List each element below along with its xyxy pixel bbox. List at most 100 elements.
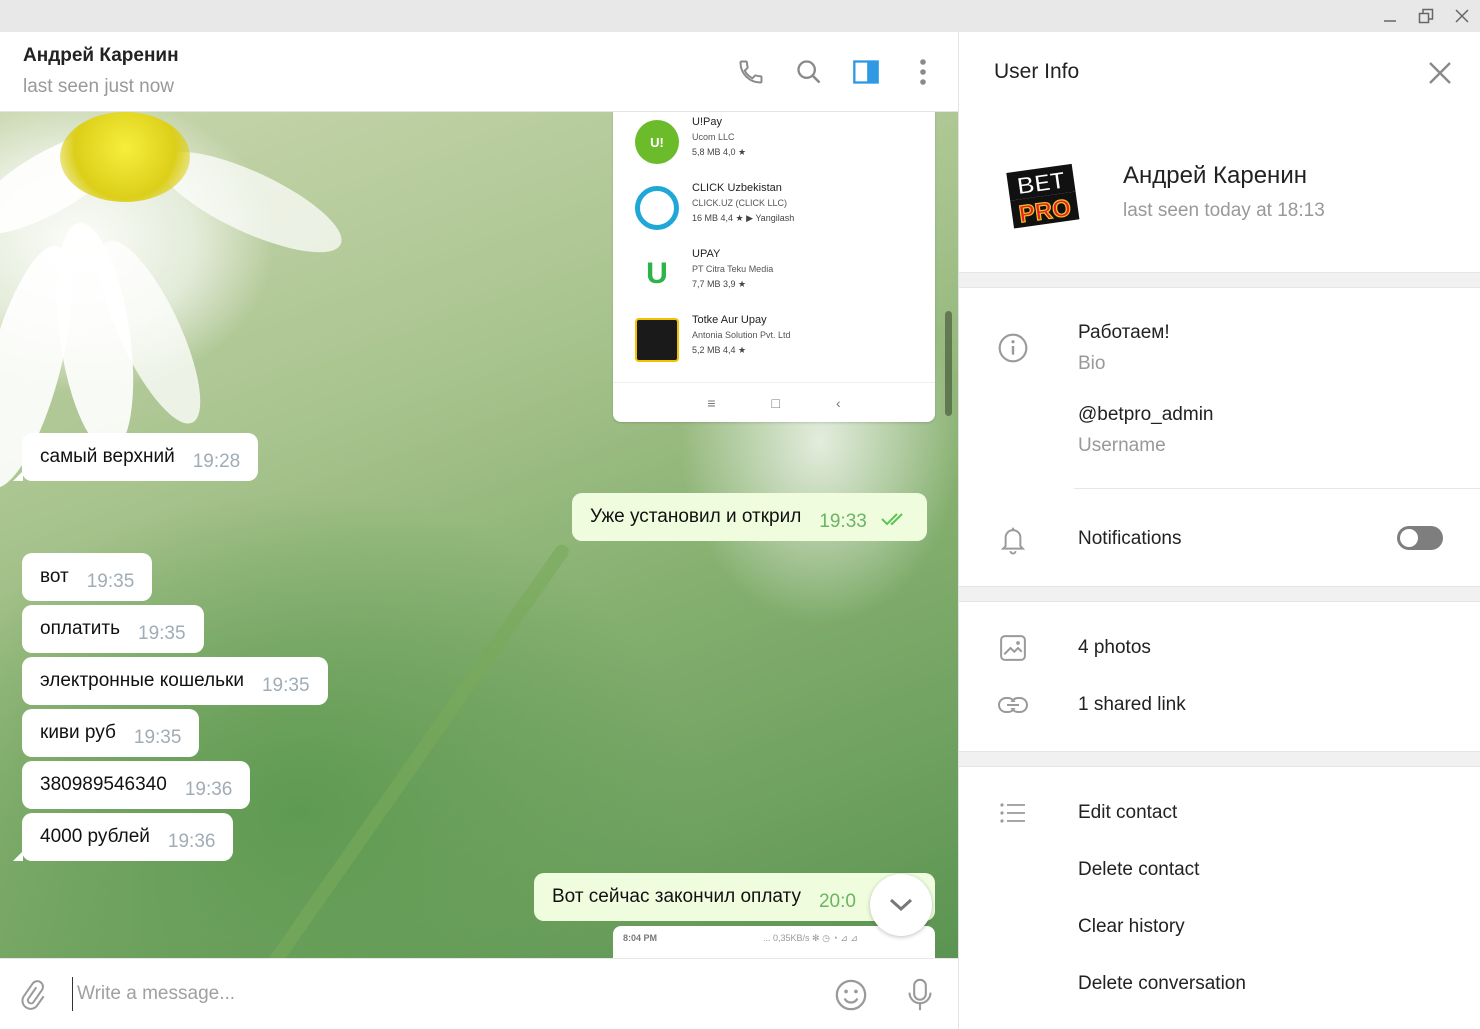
chat-title[interactable]: Андрей Каренин <box>23 45 179 67</box>
chat-area: Андрей Каренин last seen just now U! U!P… <box>0 32 958 1029</box>
bell-icon <box>995 522 1031 558</box>
attach-icon[interactable] <box>12 975 52 1015</box>
app-meta: 16 MB 4,4 ★ ▶ Yangilash <box>692 213 795 223</box>
upay-u-logo-icon: U <box>635 252 679 296</box>
upay-logo-icon: U! <box>635 120 679 164</box>
app-developer: Antonia Solution Pvt. Ltd <box>692 330 791 340</box>
image-attachment[interactable]: U! U!Pay Ucom LLC 5,8 MB 4,0 ★ CLICK Uzb… <box>613 112 935 422</box>
chat-status: last seen just now <box>23 76 175 97</box>
app-developer: CLICK.UZ (CLICK LLC) <box>692 198 788 208</box>
message-text: Вот сейчас закончил оплату <box>552 886 801 907</box>
shared-links-link[interactable]: 1 shared link <box>1078 694 1186 716</box>
message-time: 19:35 <box>261 675 310 696</box>
section-divider <box>959 751 1480 767</box>
edit-contact-button[interactable]: Edit contact <box>1078 802 1177 824</box>
svg-text:PRO: PRO <box>1017 195 1072 229</box>
message-time: 19:35 <box>86 571 135 592</box>
info-icon <box>995 330 1031 366</box>
clear-history-button[interactable]: Clear history <box>1078 916 1185 938</box>
sidebar-toggle-icon[interactable] <box>848 54 884 90</box>
delete-contact-button[interactable]: Delete contact <box>1078 859 1199 881</box>
app-row: U UPAY PT Citra Teku Media 7,7 MB 3,9 ★ <box>613 244 935 310</box>
android-nav-bar: ≡ □ ‹ <box>613 382 935 422</box>
app-meta: 5,2 MB 4,4 ★ <box>692 345 747 355</box>
wallpaper-stem <box>238 542 572 958</box>
message-incoming[interactable]: вот 19:35 <box>22 553 153 601</box>
message-composer <box>0 958 958 1029</box>
message-text: самый верхний <box>40 446 175 467</box>
bio-label: Bio <box>1078 353 1106 374</box>
message-incoming[interactable]: самый верхний 19:28 <box>22 433 259 481</box>
message-text: вот <box>40 566 69 587</box>
user-info-panel: User Info BET PRO Андрей Каренин last se… <box>958 32 1480 1029</box>
username-value[interactable]: @betpro_admin <box>1078 404 1213 426</box>
window-titlebar <box>0 0 1480 32</box>
message-input[interactable] <box>72 977 772 1011</box>
wallpaper-daisy-center <box>60 112 190 202</box>
restore-icon[interactable] <box>1408 0 1444 32</box>
phone-icon[interactable] <box>733 54 769 90</box>
microphone-icon[interactable] <box>900 975 940 1015</box>
screenshot-time: 8:04 PM <box>623 933 658 943</box>
message-list[interactable]: U! U!Pay Ucom LLC 5,8 MB 4,0 ★ CLICK Uzb… <box>0 112 958 958</box>
app-meta: 5,8 MB 4,0 ★ <box>692 147 747 157</box>
notifications-toggle[interactable] <box>1397 526 1443 550</box>
shared-photos-link[interactable]: 4 photos <box>1078 637 1151 659</box>
app-row: CLICK Uzbekistan CLICK.UZ (CLICK LLC) 16… <box>613 178 935 244</box>
totke-logo-icon <box>635 318 679 362</box>
home-icon: □ <box>771 394 780 411</box>
app-developer: Ucom LLC <box>692 132 735 142</box>
message-incoming[interactable]: 380989546340 19:36 <box>22 761 251 809</box>
app-row: U! U!Pay Ucom LLC 5,8 MB 4,0 ★ <box>613 112 935 178</box>
read-checkmarks-icon <box>881 510 909 532</box>
message-outgoing[interactable]: Уже установил и открил 19:33 <box>572 493 927 541</box>
section-divider <box>959 272 1480 288</box>
message-text: киви руб <box>40 722 116 743</box>
message-time: 19:35 <box>133 727 182 748</box>
app-name: CLICK Uzbekistan <box>692 182 782 194</box>
delete-conversation-button[interactable]: Delete conversation <box>1078 973 1246 995</box>
minimize-icon[interactable] <box>1372 0 1408 32</box>
message-incoming[interactable]: оплатить 19:35 <box>22 605 204 653</box>
scroll-to-bottom-button[interactable] <box>870 874 932 936</box>
message-text: 4000 рублей <box>40 826 150 847</box>
message-scrollbar[interactable] <box>944 116 952 956</box>
message-incoming[interactable]: 4000 рублей 19:36 <box>22 813 234 861</box>
scrollbar-thumb[interactable] <box>945 311 952 416</box>
message-incoming[interactable]: киви руб 19:35 <box>22 709 200 757</box>
username-label: Username <box>1078 435 1166 456</box>
bubble-tail <box>13 851 23 861</box>
section-divider <box>959 586 1480 602</box>
screenshot-status-bar: ... 0,35KB/s ✻ ◷ ◔ ⊿ ⊿ <box>763 933 858 943</box>
message-text: Уже установил и открил <box>590 506 802 527</box>
message-time: 19:36 <box>184 779 233 800</box>
app-name: U!Pay <box>692 116 722 128</box>
profile-name: Андрей Каренин <box>1123 162 1307 189</box>
close-icon[interactable] <box>1419 52 1461 94</box>
message-incoming[interactable]: электронные кошельки 19:35 <box>22 657 328 705</box>
window-close-icon[interactable] <box>1444 0 1480 32</box>
link-icon <box>995 687 1031 723</box>
app-name: UPAY <box>692 248 721 260</box>
message-time: 20:0 <box>818 891 856 912</box>
bubble-tail <box>13 471 23 481</box>
bio-value: Работаем! <box>1078 322 1170 343</box>
search-icon[interactable] <box>791 54 827 90</box>
message-time: 19:36 <box>167 831 216 852</box>
avatar[interactable]: BET PRO <box>999 152 1089 242</box>
panel-title: User Info <box>994 60 1080 83</box>
menu-icon: ≡ <box>707 394 716 411</box>
back-icon: ‹ <box>835 394 841 411</box>
more-options-icon[interactable] <box>905 54 941 90</box>
app-meta: 7,7 MB 3,9 ★ <box>692 279 747 289</box>
message-time: 19:33 <box>819 511 867 532</box>
app-row: Totke Aur Upay Antonia Solution Pvt. Ltd… <box>613 310 935 376</box>
notifications-label: Notifications <box>1078 528 1182 549</box>
profile-status: last seen today at 18:13 <box>1123 200 1325 221</box>
message-text: электронные кошельки <box>40 670 244 691</box>
list-icon <box>995 795 1031 831</box>
toggle-knob <box>1400 529 1418 547</box>
emoji-icon[interactable] <box>831 975 871 1015</box>
row-divider <box>1074 488 1480 489</box>
chevron-down-icon <box>889 898 913 912</box>
